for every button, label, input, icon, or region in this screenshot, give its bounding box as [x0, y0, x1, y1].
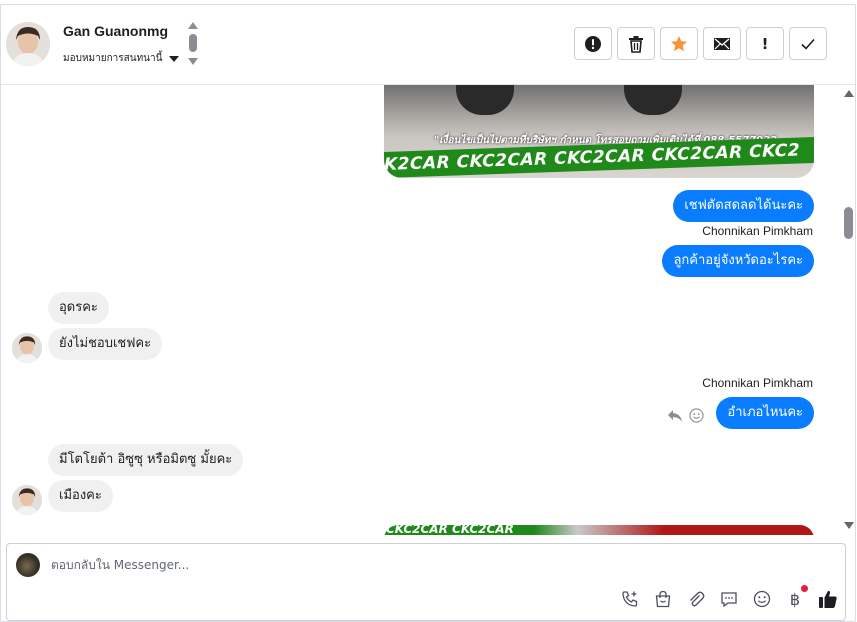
page-avatar: [16, 553, 40, 577]
contact-avatar[interactable]: [6, 22, 50, 66]
conversation-header: Gan Guanonmg มอบหมายการสนทนานี้ !: [1, 5, 855, 85]
thumbs-up-icon: [819, 590, 837, 608]
navigator-handle: [189, 34, 197, 52]
reply-composer: ฿: [6, 543, 846, 621]
message-bubble-outgoing[interactable]: ลูกค้าอยู่จังหวัดอะไรคะ: [662, 245, 814, 277]
image-attachment-banner[interactable]: CKC2CAR CKC2CAR: [384, 525, 814, 535]
conversation-navigator[interactable]: [187, 22, 199, 66]
inbox-conversation-panel: Gan Guanonmg มอบหมายการสนทนานี้ ! "เงื่อ…: [0, 4, 856, 622]
spam-button[interactable]: [574, 27, 612, 60]
message-bubble-incoming[interactable]: อุดรคะ: [48, 292, 109, 324]
send-like-button[interactable]: [818, 589, 838, 609]
assign-label: มอบหมายการสนทนานี้: [63, 53, 163, 64]
saved-reply-icon: [721, 592, 737, 608]
caret-down-icon: [169, 55, 180, 62]
paperclip-icon: [690, 591, 705, 607]
contact-name[interactable]: Gan Guanonmg: [63, 23, 168, 39]
message-bubble-incoming[interactable]: เมืองคะ: [48, 480, 113, 512]
attach-button[interactable]: [686, 589, 706, 609]
message-hover-actions: [667, 408, 704, 423]
check-icon: [801, 38, 815, 50]
contact-avatar-small: [12, 485, 42, 515]
header-actions: !: [574, 27, 827, 60]
payment-button[interactable]: ฿: [785, 585, 808, 609]
message-bubble-incoming[interactable]: มีโตโยต้า อิซูซุ หรือมิตซู มั้ยคะ: [48, 444, 244, 476]
emoji-icon: [753, 590, 771, 608]
alert-circle-icon: [585, 35, 601, 52]
emoji-button[interactable]: [752, 589, 772, 609]
mark-done-button[interactable]: [789, 27, 827, 60]
baht-icon: ฿: [789, 589, 801, 609]
reply-icon[interactable]: [667, 409, 683, 423]
saved-replies-button[interactable]: [719, 589, 739, 609]
star-button[interactable]: [660, 27, 698, 60]
arrow-down-icon[interactable]: [188, 58, 198, 65]
follow-up-button[interactable]: !: [746, 27, 784, 60]
scroll-up-arrow[interactable]: [844, 90, 854, 97]
call-button[interactable]: [620, 589, 640, 609]
image-attachment-car[interactable]: "เงื่อนไขเป็นไปตามที่บริษัทฯ กำหนด โทรสอ…: [384, 85, 814, 178]
message-bubble-outgoing[interactable]: เชฟตัดสดลดได้นะคะ: [673, 190, 814, 222]
shopping-bag-icon: [655, 590, 671, 608]
star-icon: [671, 35, 687, 51]
exclamation-icon: !: [761, 34, 769, 53]
scroll-thumb[interactable]: [844, 207, 853, 239]
reply-input[interactable]: [51, 554, 751, 576]
thread-scrollbar[interactable]: [841, 85, 857, 535]
contact-avatar-small: [12, 333, 42, 363]
sender-name: Chonnikan Pimkham: [702, 224, 813, 238]
message-bubble-outgoing[interactable]: อำเภอไหนคะ: [716, 397, 814, 429]
composer-toolbar: ฿: [620, 585, 838, 609]
sender-name: Chonnikan Pimkham: [702, 376, 813, 390]
react-emoji-icon[interactable]: [689, 408, 704, 423]
envelope-icon: [714, 37, 730, 50]
arrow-up-icon[interactable]: [188, 22, 198, 29]
delete-button[interactable]: [617, 27, 655, 60]
message-bubble-incoming[interactable]: ยังไม่ชอบเชฟคะ: [48, 328, 163, 360]
notification-dot: [801, 585, 808, 592]
phone-plus-icon: [622, 591, 638, 607]
message-thread[interactable]: "เงื่อนไขเป็นไปตามที่บริษัทฯ กำหนด โทรสอ…: [1, 85, 841, 535]
shop-button[interactable]: [653, 589, 673, 609]
banner-text: CKC2CAR CKC2CAR: [386, 525, 514, 535]
scroll-down-arrow[interactable]: [844, 522, 854, 529]
email-button[interactable]: [703, 27, 741, 60]
trash-icon: [629, 35, 643, 53]
assign-conversation-dropdown[interactable]: มอบหมายการสนทนานี้: [63, 51, 180, 66]
